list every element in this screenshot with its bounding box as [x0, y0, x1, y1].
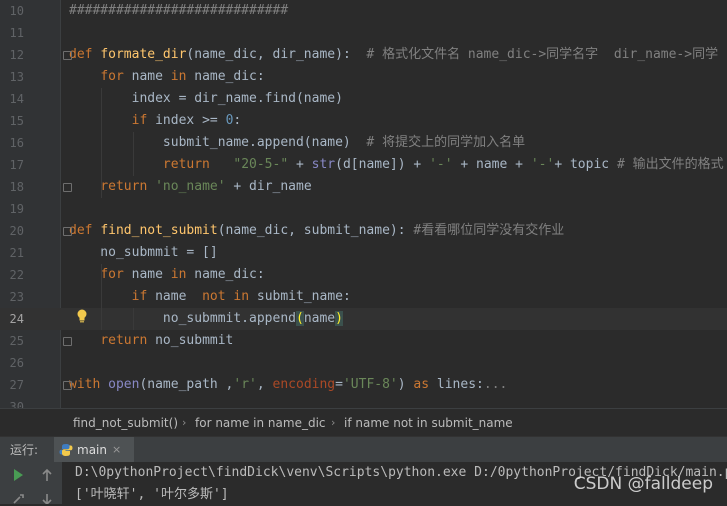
code-line[interactable]: 11 — [0, 22, 727, 44]
code-line[interactable]: 30 — [0, 396, 727, 408]
breadcrumb-item-function[interactable]: find_not_submit() — [73, 409, 178, 437]
run-label: 运行: — [10, 443, 39, 457]
code-text: return "20-5-" + str(d[name]) + '-' + na… — [162, 157, 724, 172]
indent-guide — [133, 132, 134, 176]
watermark: CSDN @falldeep — [573, 474, 713, 494]
code-line-current[interactable]: 24 no_submmit.append(name) — [0, 308, 727, 330]
code-text: with open(name_path ,'r', encoding='UTF-… — [69, 377, 508, 392]
line-number: 24 — [9, 312, 24, 326]
lightbulb-icon[interactable] — [76, 309, 88, 323]
line-number: 10 — [9, 4, 24, 18]
line-number: 14 — [9, 92, 24, 106]
play-icon[interactable] — [11, 468, 25, 482]
code-line[interactable]: 13 for name in name_dic: — [0, 66, 727, 88]
run-tab-label: main — [77, 443, 107, 457]
code-line[interactable]: 27 with open(name_path ,'r', encoding='UT… — [0, 374, 727, 396]
arrow-down-icon[interactable] — [40, 494, 54, 504]
code-line[interactable]: 26 — [0, 352, 727, 374]
code-line[interactable]: 20 def find_not_submit(name_dic, submit_n… — [0, 220, 727, 242]
code-line[interactable]: 14 index = dir_name.find(name) — [0, 88, 727, 110]
code-text: submit_name.append(name) # 将提交上的同学加入名单 — [69, 135, 526, 150]
code-text: if index >= 0: — [131, 113, 242, 128]
breadcrumb-separator: › — [182, 416, 187, 429]
code-text: for name in name_dic: — [100, 267, 265, 282]
console-toolbar — [0, 462, 62, 504]
code-line[interactable]: 19 — [0, 198, 727, 220]
line-number: 15 — [9, 114, 24, 128]
code-line[interactable]: 10 ############################ — [0, 0, 727, 22]
fold-marker-icon[interactable] — [63, 337, 72, 346]
fold-marker-icon[interactable] — [63, 381, 72, 390]
code-text: for name in name_dic: — [100, 69, 265, 84]
line-number: 22 — [9, 268, 24, 282]
run-tool-window-header: 运行: main × — [0, 436, 727, 463]
code-text: def formate_dir(name_dic, dir_name): # 格… — [69, 47, 719, 62]
breadcrumb-item-for-loop[interactable]: for name in name_dic — [195, 409, 326, 437]
indent-guide — [133, 308, 134, 330]
run-tab-main[interactable]: main × — [54, 437, 134, 463]
code-text: index = dir_name.find(name) — [69, 91, 343, 106]
indent-guide — [101, 88, 102, 198]
code-line[interactable]: 18 return 'no_name' + dir_name — [0, 176, 727, 198]
code-line[interactable]: 16 submit_name.append(name) # 将提交上的同学加入名… — [0, 132, 727, 154]
code-editor[interactable]: 10 ############################ 11 12 def fo… — [0, 0, 727, 408]
code-line[interactable]: 17 return "20-5-" + str(d[name]) + '-' +… — [0, 154, 727, 176]
fold-marker-icon[interactable] — [63, 51, 72, 60]
fold-marker-icon[interactable] — [63, 227, 72, 236]
line-number: 20 — [9, 224, 24, 238]
wrench-icon[interactable] — [11, 494, 25, 504]
breadcrumb: find_not_submit() › for name in name_dic… — [0, 408, 727, 437]
line-number: 26 — [9, 356, 24, 370]
line-number: 13 — [9, 70, 24, 84]
line-number: 21 — [9, 246, 24, 260]
code-text: no_submmit.append(name) — [69, 311, 343, 326]
close-icon[interactable]: × — [112, 437, 121, 463]
line-number: 17 — [9, 158, 24, 172]
line-number: 25 — [9, 334, 24, 348]
indent-guide — [101, 264, 102, 330]
arrow-up-icon[interactable] — [40, 468, 54, 482]
line-number: 23 — [9, 290, 24, 304]
line-number: 12 — [9, 48, 24, 62]
line-number: 16 — [9, 136, 24, 150]
code-text: return 'no_name' + dir_name — [100, 179, 312, 194]
code-text: no_submmit = [] — [69, 245, 218, 260]
breadcrumb-item-if[interactable]: if name not in submit_name — [344, 409, 513, 437]
line-number: 11 — [9, 26, 24, 40]
code-line[interactable]: 12 def formate_dir(name_dic, dir_name): #… — [0, 44, 727, 66]
line-number: 27 — [9, 378, 24, 392]
code-text: if name not in submit_name: — [131, 289, 351, 304]
breadcrumb-separator: › — [331, 416, 336, 429]
code-line[interactable]: 15 if index >= 0: — [0, 110, 727, 132]
line-number: 19 — [9, 202, 24, 216]
code-text: def find_not_submit(name_dic, submit_nam… — [69, 223, 565, 238]
python-icon — [59, 444, 73, 456]
line-number: 30 — [9, 400, 24, 408]
code-line[interactable]: 23 if name not in submit_name: — [0, 286, 727, 308]
code-text: return no_submmit — [100, 333, 234, 348]
code-line[interactable]: 22 for name in name_dic: — [0, 264, 727, 286]
code-line[interactable]: 21 no_submmit = [] — [0, 242, 727, 264]
console-output-result: ['叶晓轩', '叶尔多斯'] — [75, 487, 229, 502]
code-text: ############################ — [69, 3, 289, 18]
line-number: 18 — [9, 180, 24, 194]
code-line[interactable]: 25 return no_submmit — [0, 330, 727, 352]
fold-marker-icon[interactable] — [63, 183, 72, 192]
